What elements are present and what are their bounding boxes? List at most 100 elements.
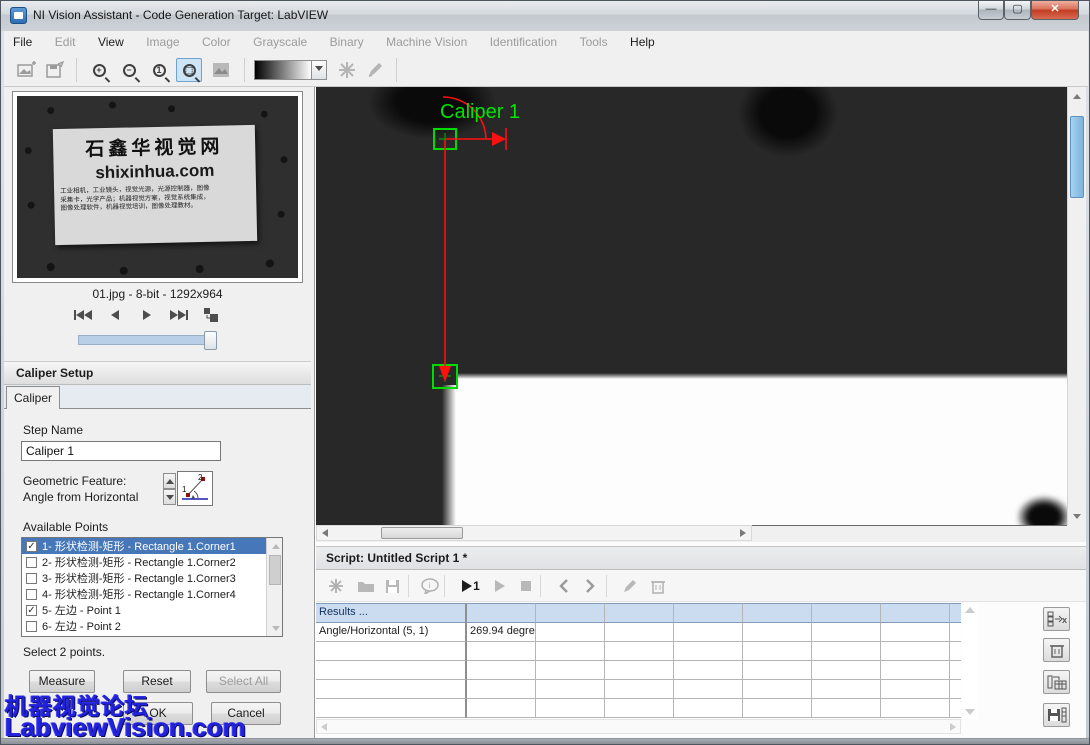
last-image-button[interactable] (166, 305, 192, 325)
image-position-slider-track[interactable] (78, 335, 210, 345)
delete-step-icon (646, 574, 670, 598)
result-name-cell: Angle/Horizontal (5, 1) (316, 623, 467, 642)
scroll-down-icon[interactable] (965, 709, 975, 715)
list-scrollbar-thumb[interactable] (269, 555, 281, 585)
menu-edit: Edit (46, 31, 85, 49)
results-table[interactable]: Results ... Angle/Horizontal (5, 1) 269.… (316, 603, 961, 719)
feature-spinner-down[interactable] (163, 489, 176, 505)
maximize-icon: ▢ (1005, 1, 1030, 18)
step-forward-icon[interactable] (578, 574, 602, 598)
list-item[interactable]: 2- 形状检测-矩形 - Rectangle 1.Corner2 (22, 554, 282, 570)
step-name-label: Step Name (23, 423, 83, 437)
menu-grayscale: Grayscale (244, 31, 316, 49)
menu-image: Image (137, 31, 188, 49)
table-row[interactable]: Angle/Horizontal (5, 1) 269.94 degrees (316, 623, 961, 642)
convert-steps-button[interactable]: x (1043, 607, 1070, 631)
viewer-vertical-scrollbar[interactable] (1067, 87, 1086, 525)
svg-text:2: 2 (198, 473, 203, 482)
feature-spinner-up[interactable] (163, 473, 176, 489)
results-horizontal-scrollbar[interactable] (316, 719, 961, 734)
list-item[interactable]: 4- 形状检测-矩形 - Rectangle 1.Corner4 (22, 586, 282, 602)
step-back-icon[interactable] (552, 574, 576, 598)
first-image-button[interactable] (70, 305, 96, 325)
run-once-button[interactable]: 1 (456, 574, 486, 598)
menu-help[interactable]: Help (621, 31, 664, 49)
viewer-vscroll-thumb[interactable] (1070, 116, 1084, 198)
menu-file[interactable]: File (4, 31, 41, 49)
scroll-down-icon[interactable] (1069, 508, 1085, 524)
list-item[interactable]: ✓5- 左边 - Point 1 (22, 602, 282, 618)
checkbox-unchecked[interactable] (26, 573, 37, 584)
window-title: NI Vision Assistant - Code Generation Ta… (33, 8, 328, 22)
thumbnail-view-button[interactable] (198, 305, 224, 325)
palette-gradient (254, 60, 312, 80)
image-viewer[interactable]: Caliper 1 (316, 87, 1067, 525)
table-row[interactable] (316, 680, 961, 699)
menu-binary: Binary (321, 31, 373, 49)
edit-step-icon (618, 574, 642, 598)
checkbox-checked[interactable]: ✓ (26, 541, 37, 552)
zoom-to-fit-icon[interactable]: ⬚ (176, 58, 202, 82)
scroll-left-icon[interactable] (321, 723, 327, 731)
select-all-button: Select All (206, 670, 281, 693)
results-vertical-scrollbar[interactable] (962, 603, 978, 719)
previous-image-button[interactable] (102, 305, 128, 325)
caliper-annotation-overlay (316, 87, 1067, 525)
scroll-right-icon[interactable] (950, 723, 956, 731)
table-row[interactable] (316, 642, 961, 661)
available-points-list[interactable]: ✓1- 形状检测-矩形 - Rectangle 1.Corner1 2- 形状检… (21, 537, 283, 637)
table-row[interactable] (316, 661, 961, 680)
scroll-down-icon[interactable] (268, 620, 284, 636)
image-thumbnail: 石鑫华视觉网 shixinhua.com 工业相机，工业镜头，视觉光源，光源控制… (17, 96, 298, 278)
zoom-in-icon[interactable]: + (86, 58, 112, 82)
left-panel: 石鑫华视觉网 shixinhua.com 工业相机，工业镜头，视觉光源，光源控制… (4, 87, 315, 738)
save-results-button[interactable] (1043, 703, 1070, 727)
card-domain: shixinhua.com (59, 160, 250, 184)
scroll-up-icon[interactable] (268, 538, 284, 554)
scroll-up-icon[interactable] (965, 607, 975, 613)
minimize-icon: — (979, 1, 1003, 18)
title-bar[interactable]: NI Vision Assistant - Code Generation Ta… (1, 1, 1089, 31)
open-script-icon (354, 574, 378, 598)
scroll-left-icon[interactable] (317, 525, 333, 541)
geometric-feature-label: Geometric Feature: (23, 474, 126, 488)
zoom-1to1-icon[interactable]: 1 (146, 58, 172, 82)
zoom-out-icon[interactable]: − (116, 58, 142, 82)
image-position-slider-thumb[interactable] (204, 331, 217, 350)
palette-dropdown-button[interactable] (312, 60, 327, 80)
app-window: NI Vision Assistant - Code Generation Ta… (0, 0, 1090, 745)
results-header-row: Results ... (316, 603, 961, 623)
maximize-button[interactable]: ▢ (1004, 1, 1031, 20)
stop-icon (514, 574, 538, 598)
app-icon (10, 7, 27, 24)
close-button[interactable]: ✕ (1031, 1, 1079, 20)
list-item[interactable]: 6- 左边 - Point 2 (22, 618, 282, 634)
geometric-feature-value: Angle from Horizontal (23, 490, 138, 504)
table-row[interactable] (316, 699, 961, 718)
list-scrollbar[interactable] (266, 538, 282, 636)
minimize-button[interactable]: — (978, 1, 1004, 20)
save-script-icon (380, 574, 404, 598)
scroll-up-icon[interactable] (1069, 88, 1085, 104)
checkbox-unchecked[interactable] (26, 621, 37, 632)
image-thumbnail-box[interactable]: 石鑫华视觉网 shixinhua.com 工业相机，工业镜头，视觉光源，光源控制… (12, 91, 303, 283)
checkbox-checked[interactable]: ✓ (26, 605, 37, 616)
svg-text:i: i (429, 581, 431, 590)
app-icon-glyph (14, 12, 23, 19)
menu-view[interactable]: View (89, 31, 133, 49)
step-name-input[interactable] (21, 441, 221, 461)
checkbox-unchecked[interactable] (26, 589, 37, 600)
list-item[interactable]: ✓1- 形状检测-矩形 - Rectangle 1.Corner1 (22, 538, 282, 554)
viewer-horizontal-scrollbar[interactable] (316, 525, 752, 541)
save-image-icon (42, 58, 68, 82)
delete-result-button[interactable] (1043, 638, 1070, 662)
next-image-button[interactable] (134, 305, 160, 325)
tab-caliper[interactable]: Caliper (6, 386, 60, 409)
scroll-right-icon[interactable] (735, 525, 751, 541)
menu-bar: File Edit View Image Color Grayscale Bin… (4, 31, 1088, 53)
send-to-table-button[interactable] (1043, 670, 1070, 694)
viewer-hscroll-thumb[interactable] (381, 527, 463, 539)
checkbox-unchecked[interactable] (26, 557, 37, 568)
selection-hint: Select 2 points. (23, 645, 105, 659)
list-item[interactable]: 3- 形状检测-矩形 - Rectangle 1.Corner3 (22, 570, 282, 586)
